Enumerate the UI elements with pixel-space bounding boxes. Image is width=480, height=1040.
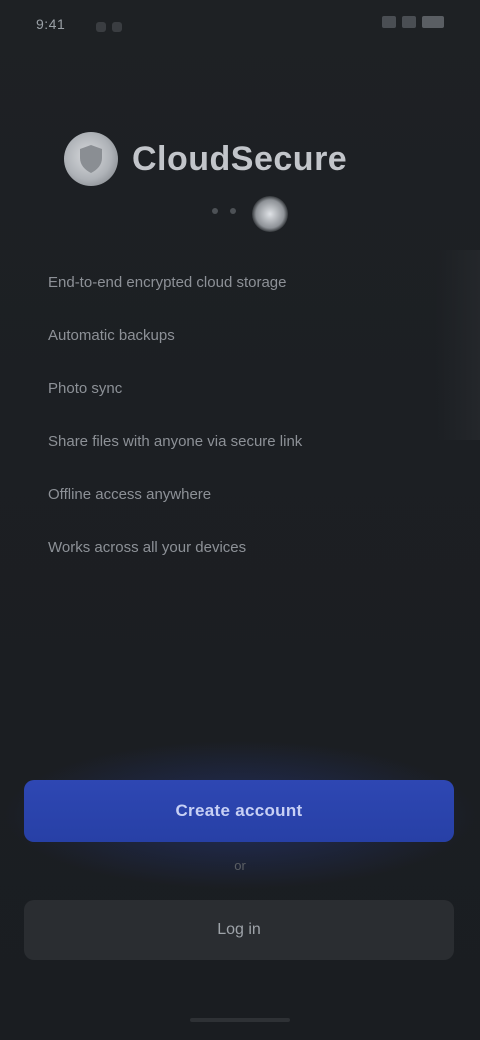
onboarding-screen: 9:41 CloudSecure End-to-end encrypted cl…: [0, 0, 480, 1040]
list-item: Photo sync: [48, 362, 388, 415]
status-time: 9:41: [36, 16, 66, 32]
feature-list: End-to-end encrypted cloud storage Autom…: [48, 256, 388, 574]
status-bar: 9:41: [0, 0, 480, 56]
feature-label: Automatic backups: [48, 326, 175, 344]
sparkle-icon: [252, 196, 288, 232]
feature-label: End-to-end encrypted cloud storage: [48, 273, 287, 291]
list-item: Share files with anyone via secure link: [48, 415, 388, 468]
list-item: End-to-end encrypted cloud storage: [48, 256, 388, 309]
list-item: Works across all your devices: [48, 521, 388, 574]
notification-icon: [96, 22, 106, 32]
edge-shade: [436, 250, 480, 440]
log-in-button[interactable]: Log in: [24, 900, 454, 960]
list-item: Automatic backups: [48, 309, 388, 362]
shield-icon: [64, 132, 118, 186]
wifi-icon: [402, 16, 416, 28]
sparkle-icon: [230, 208, 236, 214]
list-item: Offline access anywhere: [48, 468, 388, 521]
divider-label: or: [234, 858, 246, 873]
feature-label: Works across all your devices: [48, 538, 247, 556]
create-account-button[interactable]: Create account: [24, 780, 454, 842]
sparkle-icon: [212, 208, 218, 214]
battery-icon: [422, 16, 444, 28]
signal-icon: [382, 16, 396, 28]
status-icons: [382, 16, 444, 28]
app-name: CloudSecure: [132, 139, 348, 178]
feature-label: Photo sync: [48, 379, 123, 397]
app-header: CloudSecure: [64, 132, 347, 186]
feature-label: Share files with anyone via secure link: [48, 432, 303, 450]
home-indicator[interactable]: [190, 1018, 290, 1022]
notification-icon: [112, 22, 122, 32]
feature-label: Offline access anywhere: [48, 485, 212, 503]
